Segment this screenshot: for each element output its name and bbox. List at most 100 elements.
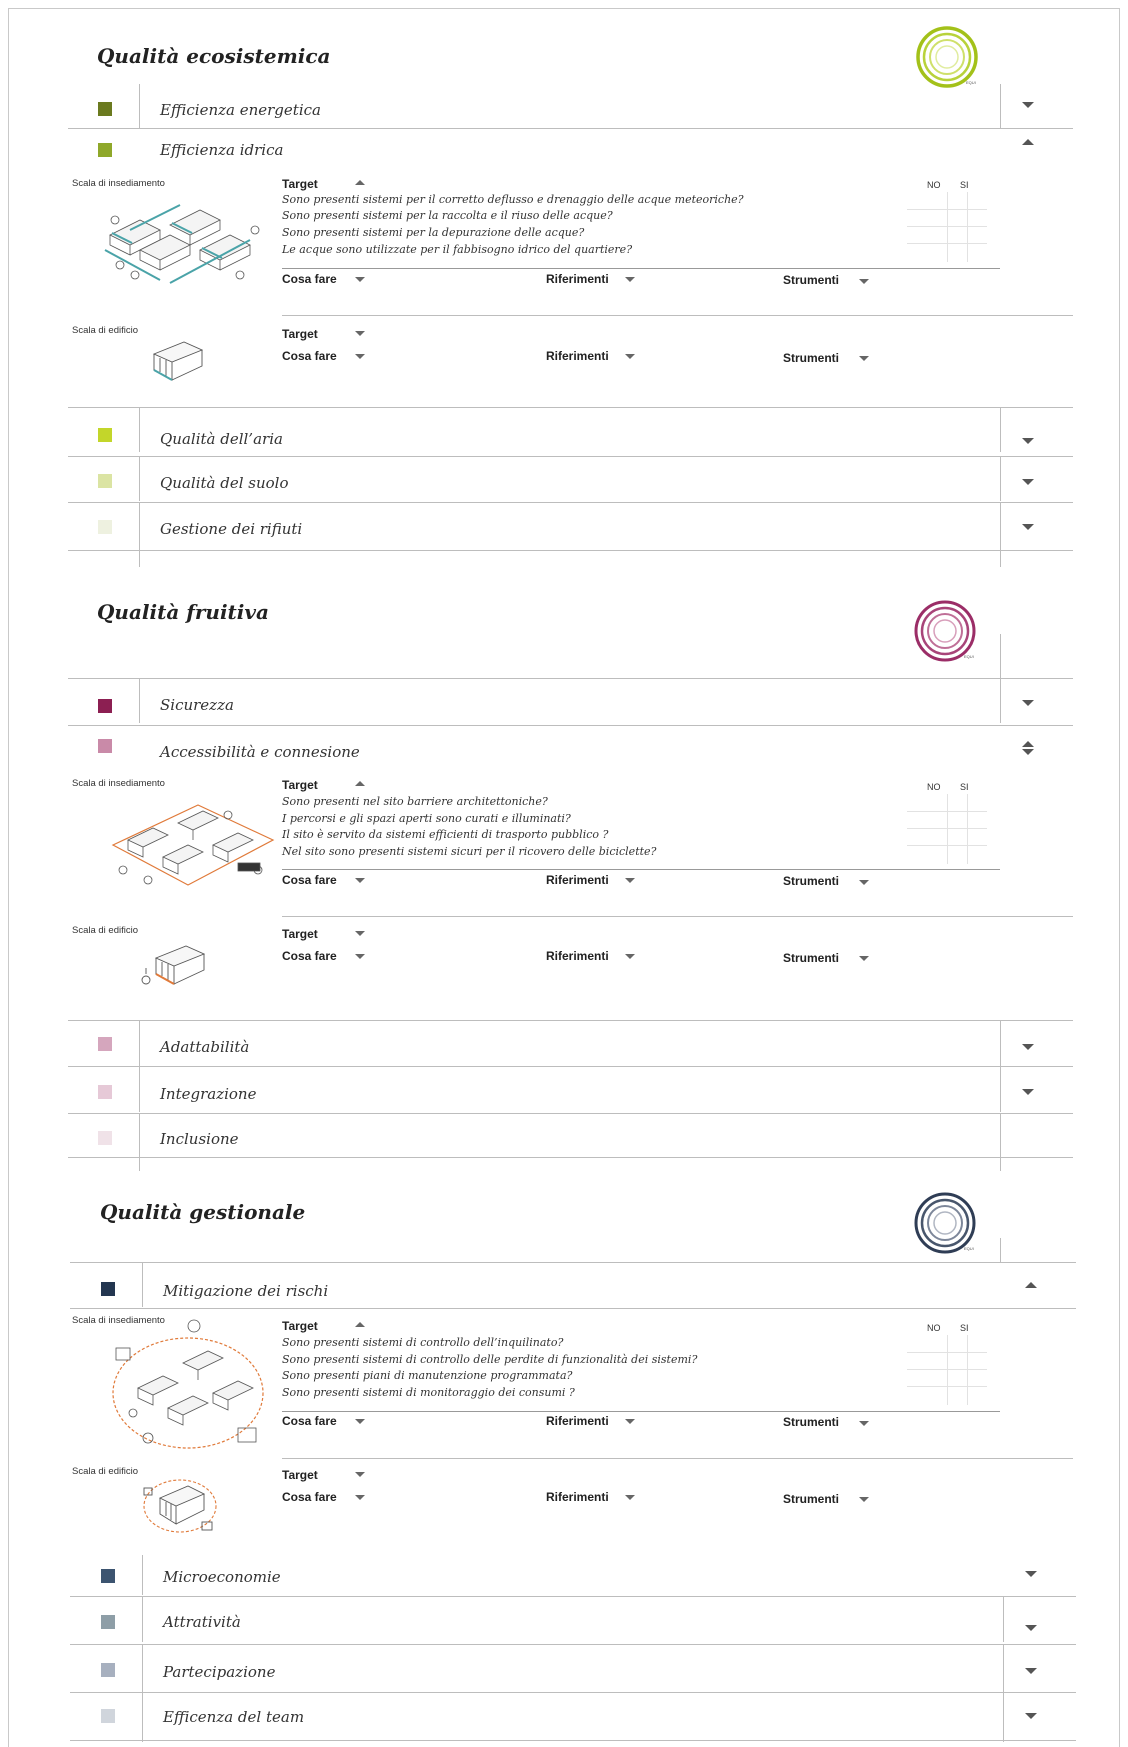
category-label: Adattabilità (160, 1038, 250, 1056)
question: Sono presenti piani di manutenzione prog… (282, 1369, 573, 1382)
no-column-label: NO (927, 1323, 941, 1333)
scale-label: Scala di insediamento (72, 778, 165, 789)
expand-arrow-icon[interactable] (1022, 479, 1034, 485)
riferimenti-expand-icon[interactable] (625, 354, 635, 359)
question: Le acque sono utilizzate per il fabbisog… (282, 243, 633, 256)
si-column-label: SI (960, 1323, 969, 1333)
settlement-illustration (112, 1319, 264, 1449)
riferimenti-label: Riferimenti (546, 949, 609, 963)
target-collapse-icon[interactable] (355, 781, 365, 786)
no-column-label: NO (927, 782, 941, 792)
category-label: Efficenza del team (163, 1708, 305, 1726)
expand-arrow-icon[interactable] (1025, 1625, 1037, 1631)
color-swatch (101, 1282, 115, 1296)
settlement-illustration (104, 204, 260, 284)
riferimenti-expand-icon[interactable] (625, 1495, 635, 1500)
no-column-label: NO (927, 180, 941, 190)
category-label: Qualità dell’aria (160, 430, 283, 448)
building-illustration (141, 945, 206, 985)
cosa-fare-expand-icon[interactable] (355, 954, 365, 959)
category-label: Qualità del suolo (160, 474, 289, 492)
riferimenti-expand-icon[interactable] (625, 878, 635, 883)
strumenti-expand-icon[interactable] (859, 1421, 869, 1426)
target-label: Target (282, 927, 318, 941)
question: Sono presenti sistemi per la depurazione… (282, 226, 585, 239)
scale-label: Scala di edificio (72, 925, 139, 936)
svg-text:EQUI: EQUI (964, 654, 974, 659)
expand-arrow-icon[interactable] (1022, 700, 1034, 706)
target-collapse-icon[interactable] (355, 180, 365, 185)
cosa-fare-expand-icon[interactable] (355, 277, 365, 282)
strumenti-expand-icon[interactable] (859, 1497, 869, 1502)
riferimenti-label: Riferimenti (546, 873, 609, 887)
color-swatch (98, 520, 112, 534)
expand-arrow-icon[interactable] (1022, 524, 1034, 530)
color-swatch (98, 102, 112, 116)
cosa-fare-expand-icon[interactable] (355, 1495, 365, 1500)
strumenti-expand-icon[interactable] (859, 279, 869, 284)
strumenti-label: Strumenti (783, 874, 840, 888)
strumenti-label: Strumenti (783, 273, 840, 287)
target-expand-icon[interactable] (355, 931, 365, 936)
svg-text:EQUI: EQUI (964, 1246, 974, 1251)
cosa-fare-expand-icon[interactable] (355, 1419, 365, 1424)
expand-arrow-icon[interactable] (1022, 102, 1034, 108)
cosa-fare-label: Cosa fare (282, 349, 337, 363)
target-label: Target (282, 1319, 318, 1333)
question: Sono presenti sistemi per il corretto de… (282, 193, 744, 206)
riferimenti-expand-icon[interactable] (625, 954, 635, 959)
category-label: Microeconomie (163, 1568, 281, 1586)
riferimenti-label: Riferimenti (546, 272, 609, 286)
question: Nel sito sono presenti sistemi sicuri pe… (282, 845, 657, 858)
checklist-grid[interactable] (907, 794, 987, 864)
building-illustration (152, 341, 204, 381)
cosa-fare-expand-icon[interactable] (355, 354, 365, 359)
expand-arrow-icon[interactable] (1022, 438, 1034, 444)
color-swatch (98, 699, 112, 713)
category-label: Mitigazione dei rischi (163, 1282, 329, 1300)
management-ring-icon: EQUI (914, 1192, 976, 1254)
scale-label: Scala di edificio (72, 1466, 139, 1477)
category-label: Inclusione (160, 1130, 239, 1148)
cosa-fare-label: Cosa fare (282, 272, 337, 286)
question: Sono presenti sistemi di monitoraggio de… (282, 1386, 575, 1399)
expand-arrow-icon[interactable] (1025, 1571, 1037, 1577)
collapse-arrow-icon[interactable] (1022, 139, 1034, 145)
checklist-grid[interactable] (907, 1335, 987, 1405)
expand-arrow-icon[interactable] (1025, 1713, 1037, 1719)
color-swatch (98, 1037, 112, 1051)
strumenti-label: Strumenti (783, 951, 840, 965)
checklist-grid[interactable] (907, 192, 987, 262)
riferimenti-expand-icon[interactable] (625, 1419, 635, 1424)
riferimenti-expand-icon[interactable] (625, 277, 635, 282)
cosa-fare-label: Cosa fare (282, 1414, 337, 1428)
cosa-fare-expand-icon[interactable] (355, 878, 365, 883)
color-swatch (101, 1615, 115, 1629)
strumenti-expand-icon[interactable] (859, 956, 869, 961)
expand-arrow-icon[interactable] (1022, 1044, 1034, 1050)
cosa-fare-label: Cosa fare (282, 949, 337, 963)
color-swatch (101, 1569, 115, 1583)
target-collapse-icon[interactable] (355, 1322, 365, 1327)
question: Sono presenti nel sito barriere architet… (282, 795, 548, 808)
color-swatch (98, 474, 112, 488)
target-expand-icon[interactable] (355, 1472, 365, 1477)
target-expand-icon[interactable] (355, 331, 365, 336)
category-label: Gestione dei rifiuti (160, 520, 303, 538)
color-swatch (98, 739, 112, 753)
section-title: Qualità fruitiva (97, 600, 269, 624)
category-label: Efficienza energetica (160, 101, 321, 119)
expand-arrow-icon[interactable] (1025, 1668, 1037, 1674)
strumenti-expand-icon[interactable] (859, 356, 869, 361)
strumenti-expand-icon[interactable] (859, 880, 869, 885)
category-label: Partecipazione (163, 1663, 276, 1681)
color-swatch (98, 143, 112, 157)
category-label: Efficienza idrica (160, 141, 284, 159)
cosa-fare-label: Cosa fare (282, 873, 337, 887)
expand-arrow-icon[interactable] (1022, 1089, 1034, 1095)
sort-toggle-icon[interactable] (1022, 741, 1034, 755)
si-column-label: SI (960, 180, 969, 190)
target-label: Target (282, 327, 318, 341)
collapse-arrow-icon[interactable] (1025, 1282, 1037, 1288)
strumenti-label: Strumenti (783, 351, 840, 365)
